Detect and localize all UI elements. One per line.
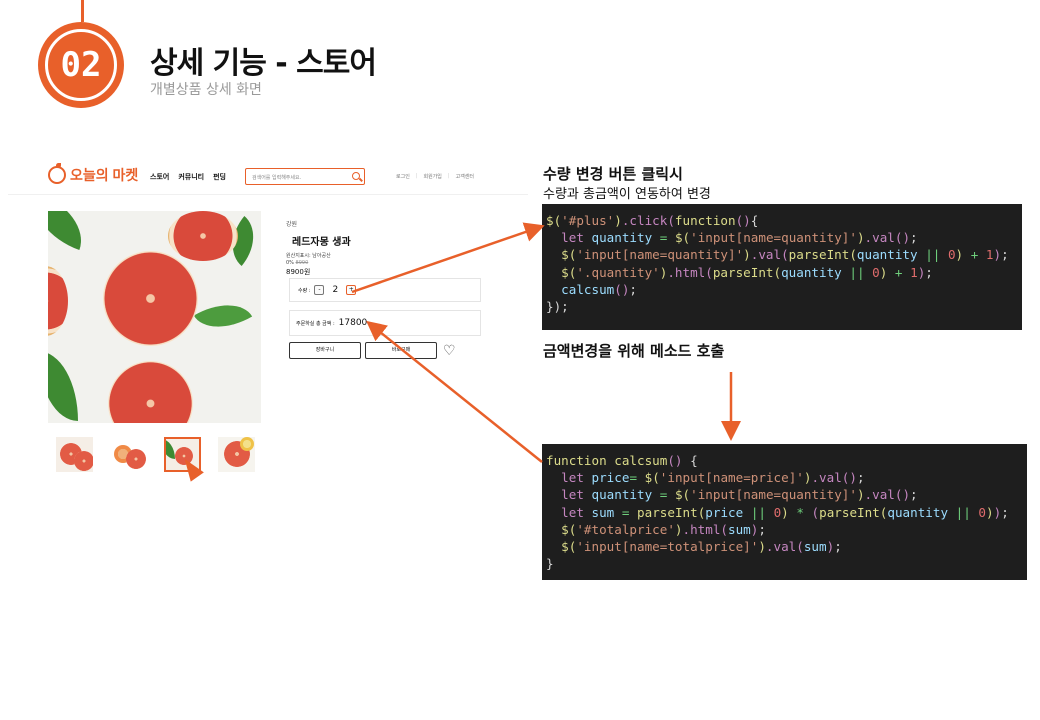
product-name: 레드자몽 생과 <box>292 237 351 248</box>
code-line: let quantity = $('input[name=quantity]')… <box>561 230 918 246</box>
divider: | <box>447 173 450 179</box>
code-line: let price= $('input[name=price]').val(); <box>561 470 865 486</box>
code-line: }); <box>546 299 569 315</box>
buy-button[interactable]: 바로구매 <box>365 342 437 359</box>
code-line: function calcsum() { <box>546 453 698 468</box>
total-label: 주문하실 총 금액 : <box>296 320 335 327</box>
signup-link[interactable]: 회원가입 <box>424 173 442 180</box>
badge-number: 02 <box>45 29 117 101</box>
cart-button[interactable]: 장바구니 <box>289 342 361 359</box>
total-price-box: 주문하실 총 금액 : 17800 <box>289 310 481 336</box>
click-annotation-title: 수량 변경 버튼 클릭시 <box>543 165 683 183</box>
product-brand: 강원 <box>286 221 298 228</box>
menu-item-funding[interactable]: 펀딩 <box>213 172 226 182</box>
login-link[interactable]: 로그인 <box>396 173 410 180</box>
menu-item-store[interactable]: 스토어 <box>150 172 169 182</box>
code-block-plus-click: $('#plus').click(function(){ let quantit… <box>542 204 1022 330</box>
page-title: 상세 기능 - 스토어 <box>150 46 377 81</box>
utility-links: 로그인 | 회원가입 | 고객센터 <box>396 173 474 180</box>
code-line: $('#plus').click(function(){ <box>546 213 759 228</box>
heart-icon[interactable]: ♡ <box>443 343 456 359</box>
site-navbar: 오늘의 마켓 스토어 커뮤니티 펀딩 검색어를 입력해주세요. 로그인 | 회원… <box>8 155 528 195</box>
code-line: $('.quantity').html(parseInt(quantity ||… <box>561 264 933 280</box>
thumbnail[interactable] <box>218 437 255 472</box>
search-input[interactable]: 검색어를 입력해주세요. <box>245 168 365 185</box>
search-placeholder: 검색어를 입력해주세요. <box>252 175 302 181</box>
discount-rate: 0% <box>286 260 294 266</box>
product-price: 8900원 <box>286 268 311 276</box>
original-price: 8990 <box>295 260 309 266</box>
thumbnail[interactable] <box>56 437 93 472</box>
site-logo[interactable]: 오늘의 마켓 <box>48 163 139 185</box>
logo-icon <box>48 163 66 184</box>
badge-connector-line <box>81 0 84 22</box>
search-icon[interactable] <box>352 172 360 180</box>
thumbnail-strip <box>56 437 255 472</box>
product-main-image <box>48 211 261 423</box>
code-line: $('#totalprice').html(sum); <box>561 521 766 537</box>
total-price-value: 17800 <box>338 318 368 328</box>
menu-item-community[interactable]: 커뮤니티 <box>178 172 204 182</box>
code-line: let sum = parseInt(price || 0) * (parseI… <box>561 504 1009 520</box>
logo-text: 오늘의 마켓 <box>70 167 139 183</box>
code-block-calcsum: function calcsum() { let price= $('input… <box>542 444 1027 580</box>
divider: | <box>415 173 418 179</box>
method-call-annotation: 금액변경을 위해 메소드 호출 <box>543 342 725 360</box>
store-screenshot: 오늘의 마켓 스토어 커뮤니티 펀딩 검색어를 입력해주세요. 로그인 | 회원… <box>8 155 528 495</box>
code-line: let quantity = $('input[name=quantity]')… <box>561 487 918 503</box>
purchase-buttons: 장바구니 바로구매 ♡ <box>289 342 456 359</box>
support-link[interactable]: 고객센터 <box>456 173 474 180</box>
section-number-badge: 02 <box>38 22 124 108</box>
page-subtitle: 개별상품 상세 화면 <box>150 82 262 98</box>
code-line: } <box>546 556 554 572</box>
plus-button[interactable]: + <box>346 285 357 295</box>
code-line: $('input[name=quantity]').val(parseInt(q… <box>561 247 1009 263</box>
code-line: calcsum(); <box>561 281 638 297</box>
click-annotation-subtitle: 수량과 총금액이 연동하여 변경 <box>543 187 711 202</box>
main-menu: 스토어 커뮤니티 펀딩 <box>150 172 226 182</box>
code-line: $('input[name=totalprice]').val(sum); <box>561 539 842 555</box>
thumbnail[interactable] <box>110 437 147 472</box>
quantity-value: 2 <box>332 285 339 295</box>
minus-button[interactable]: - <box>314 285 325 295</box>
quantity-stepper: 수량 : - 2 + <box>289 278 481 302</box>
product-discount: 0% 8990 <box>286 260 308 266</box>
quantity-label: 수량 : <box>298 287 311 294</box>
product-origin: 원산지표시: 남아공산 <box>286 253 331 259</box>
